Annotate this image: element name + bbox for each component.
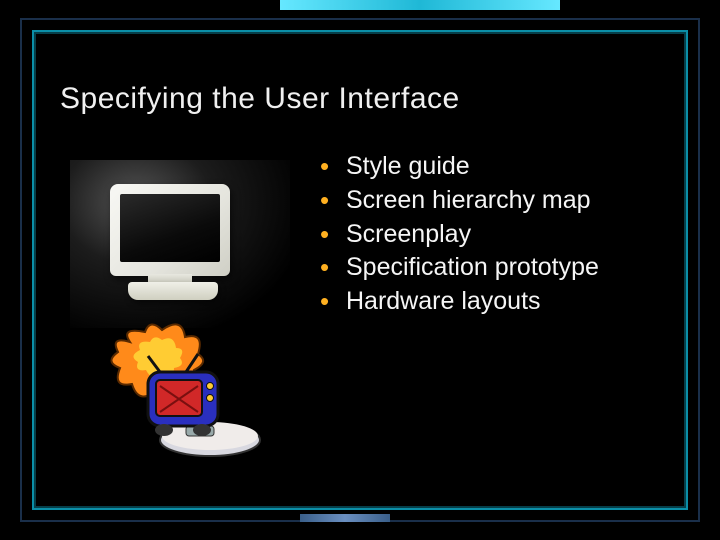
crt-monitor-icon [110,184,230,276]
list-item: Style guide [320,150,660,184]
slide-body: Style guide Screen hierarchy map Screenp… [60,140,660,462]
list-item: Screenplay [320,218,660,252]
slide-title: Specifying the User Interface [60,82,460,116]
list-item: Screen hierarchy map [320,184,660,218]
cartoon-clipart [90,322,270,462]
monitor-base [128,282,218,300]
bullet-list: Style guide Screen hierarchy map Screenp… [320,140,660,462]
accent-bar-top [280,0,560,10]
illustration-column [60,140,300,462]
list-item: Hardware layouts [320,285,660,319]
list-item: Specification prototype [320,251,660,285]
accent-bar-bottom [300,514,390,522]
monitor-photo [70,160,290,328]
